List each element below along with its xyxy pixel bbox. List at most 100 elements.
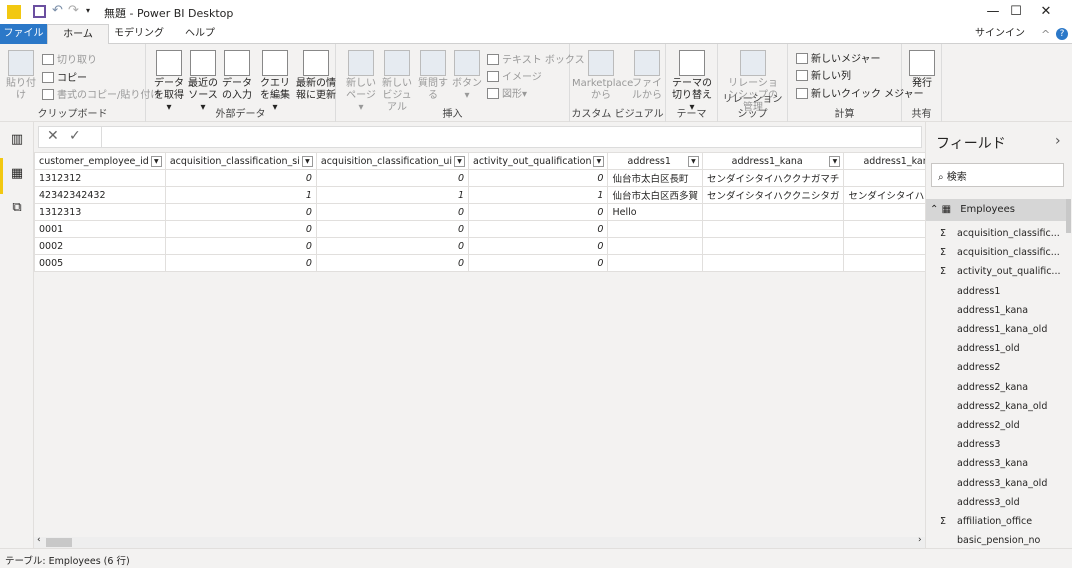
table-cell[interactable]: 0 [315,169,470,187]
field-item[interactable]: address2 [926,359,1066,378]
tab-home[interactable]: ホーム [47,24,109,45]
table-cell[interactable] [701,237,845,255]
table-cell[interactable]: 1312313 [34,203,166,221]
quick-access-dropdown-icon[interactable]: ▾ [86,6,90,15]
column-header[interactable]: acquisition_classification_ui ▼ [315,152,470,170]
column-header[interactable]: address1_kana_old▼ [843,152,925,170]
help-icon[interactable]: ? [1056,28,1068,40]
buttons-button[interactable]: ボタン▾ [450,50,484,102]
field-item[interactable]: address2_kana [926,379,1066,398]
publish-button[interactable]: 発行 [907,50,937,90]
model-view-icon[interactable]: ⧉ [8,200,26,216]
filter-dropdown-icon[interactable]: ▼ [829,156,841,167]
tab-help[interactable]: ヘルプ [175,24,225,44]
refresh-button[interactable]: 最新の情報に更新 [296,50,336,102]
report-view-icon[interactable]: ▥ [8,132,26,148]
table-cell[interactable]: 0 [164,169,317,187]
column-header[interactable]: address1 ▼ [607,152,703,170]
table-cell[interactable]: 0 [164,203,317,221]
save-icon[interactable] [33,5,46,18]
field-item[interactable]: address1 [926,283,1066,302]
fields-scrollbar[interactable] [1066,199,1071,233]
enter-data-button[interactable]: データの入力 [220,50,254,102]
field-item[interactable]: Σaffiliation_office [926,513,1066,532]
table-cell[interactable]: 0 [468,169,609,187]
table-cell[interactable]: 0 [315,237,470,255]
filter-dropdown-icon[interactable]: ▼ [593,156,605,167]
table-cell[interactable] [843,254,925,272]
table-employees[interactable]: ⌃ ▦ Employees [926,199,1066,221]
column-header[interactable]: address1_kana ▼ [701,152,845,170]
filter-dropdown-icon[interactable]: ▼ [301,156,313,167]
undo-icon[interactable]: ↶ [52,3,63,18]
new-column-button[interactable]: 新しい列 [796,67,851,82]
scroll-right-icon[interactable]: › [918,535,922,545]
filter-dropdown-icon[interactable]: ▼ [687,156,699,167]
table-cell[interactable]: 0 [315,220,470,238]
field-item[interactable]: address3 [926,436,1066,455]
field-item[interactable]: Σacquisition_classific... [926,244,1066,263]
ask-question-button[interactable]: 質問する [416,50,450,102]
field-item[interactable]: Σactivity_out_qualific... [926,263,1066,282]
cut-button[interactable]: 切り取り [42,51,97,66]
table-cell[interactable]: Hello [607,203,703,221]
field-item[interactable]: address3_kana [926,455,1066,474]
format-painter-button[interactable]: 書式のコピー/貼り付け [42,86,160,101]
data-view-icon[interactable]: ▦ [8,166,26,182]
image-button[interactable]: イメージ [487,68,542,83]
copy-button[interactable]: コピー [42,69,87,84]
table-cell[interactable]: 0 [315,203,470,221]
from-file-button[interactable]: ファイルから [630,50,664,102]
new-measure-button[interactable]: 新しいメジャー [796,50,881,65]
table-cell[interactable] [607,254,703,272]
field-item[interactable]: address2_old [926,417,1066,436]
horizontal-scrollbar[interactable]: ‹ › [34,535,925,548]
close-button[interactable]: ✕ [1023,2,1069,22]
sign-in-link[interactable]: サインイン [975,24,1025,44]
marketplace-button[interactable]: Marketplaceから [572,50,633,102]
table-cell[interactable] [607,220,703,238]
column-header[interactable]: activity_out_qualification ▼ [468,152,609,170]
table-cell[interactable] [607,237,703,255]
table-cell[interactable]: 0 [164,254,317,272]
filter-dropdown-icon[interactable]: ▼ [454,156,466,167]
table-cell[interactable]: 1 [468,186,609,204]
field-item[interactable]: address1_kana_old [926,321,1066,340]
table-cell[interactable]: 0 [164,220,317,238]
table-cell[interactable]: 1 [315,186,470,204]
field-item[interactable]: address3_kana_old [926,475,1066,494]
filter-dropdown-icon[interactable]: ▼ [150,156,162,167]
table-cell[interactable]: 0002 [34,237,166,255]
field-item[interactable]: address2_kana_old [926,398,1066,417]
table-cell[interactable]: 1 [164,186,317,204]
table-cell[interactable]: 0 [468,254,609,272]
column-header[interactable]: customer_employee_id ▼ [34,152,166,170]
tab-modeling[interactable]: モデリング [110,24,168,44]
commit-icon[interactable]: ✓ [69,128,81,144]
scrollbar-thumb[interactable] [46,538,72,547]
field-item[interactable]: Σacquisition_classific... [926,225,1066,244]
table-cell[interactable]: 0 [164,237,317,255]
cancel-icon[interactable]: ✕ [47,128,59,144]
table-cell[interactable]: 仙台市太白区長町 [607,169,703,187]
table-cell[interactable]: 0 [315,254,470,272]
table-cell[interactable]: 0 [468,220,609,238]
redo-icon[interactable]: ↷ [68,3,79,18]
table-cell[interactable] [843,220,925,238]
column-header[interactable]: acquisition_classification_si ▼ [164,152,317,170]
table-cell[interactable]: 仙台市太白区西多賀 [607,186,703,204]
collapse-pane-icon[interactable]: › [1055,133,1061,149]
scroll-left-icon[interactable]: ‹ [37,535,41,545]
table-cell[interactable] [701,203,845,221]
tab-file[interactable]: ファイル [0,24,47,44]
table-cell[interactable]: 0005 [34,254,166,272]
collapse-ribbon-icon[interactable]: ^ [1041,28,1050,41]
field-item[interactable]: address1_kana [926,302,1066,321]
formula-bar[interactable]: ✕ ✓ [38,126,922,148]
table-cell[interactable] [701,220,845,238]
table-cell[interactable]: 0 [468,203,609,221]
fields-search-input[interactable]: ⌕ 検索 [931,163,1064,187]
table-cell[interactable] [843,237,925,255]
table-cell[interactable] [843,203,925,221]
paste-button[interactable]: 貼り付け [6,50,36,102]
